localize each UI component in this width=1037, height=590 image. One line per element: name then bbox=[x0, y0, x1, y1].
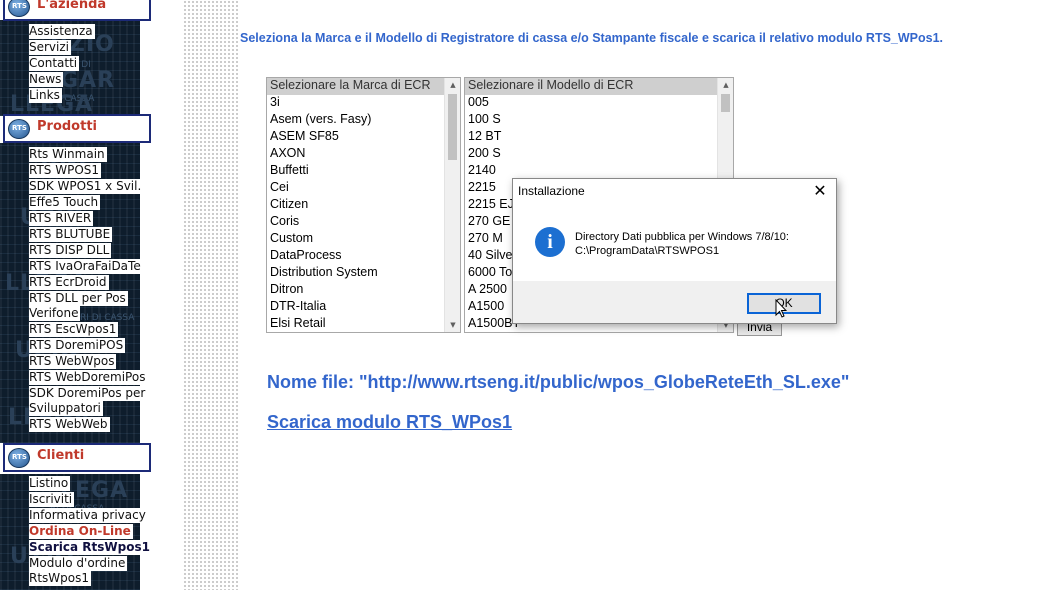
brand-option[interactable]: DTR-Italia bbox=[267, 299, 460, 316]
brand-option[interactable]: AXON bbox=[267, 146, 460, 163]
brand-listbox[interactable]: Selezionare la Marca di ECR 3i Asem (vers… bbox=[266, 77, 461, 333]
sidebar-item-sdk-doremipos[interactable]: SDK DoremiPos per bbox=[29, 386, 148, 401]
sidebar-item-rts-wpos1[interactable]: RTS WPOS1 bbox=[29, 163, 102, 178]
mouse-cursor-icon bbox=[775, 299, 787, 318]
dialog-title: Installazione bbox=[518, 184, 585, 198]
scroll-down-icon[interactable]: ▼ bbox=[445, 318, 460, 332]
rts-logo-icon: RTS bbox=[8, 119, 30, 139]
brand-options: Selezionare la Marca di ECR 3i Asem (vers… bbox=[267, 78, 460, 332]
page-heading: Seleziona la Marca e il Modello di Regis… bbox=[240, 31, 944, 45]
brand-option[interactable]: Asem (vers. Fasy) bbox=[267, 112, 460, 129]
sidebar-item-rts-blutube[interactable]: RTS BLUTUBE bbox=[29, 227, 113, 242]
close-icon[interactable]: ✕ bbox=[810, 181, 830, 201]
installation-dialog: Installazione ✕ i Directory Dati pubblic… bbox=[512, 178, 837, 324]
section-header-prodotti: RTS Prodotti bbox=[3, 114, 151, 143]
sidebar-item-rts-ecrdroid[interactable]: RTS EcrDroid bbox=[29, 275, 109, 290]
logo-text: RTS bbox=[12, 453, 27, 461]
section-header-clienti: RTS Clienti bbox=[3, 443, 151, 472]
scroll-up-icon[interactable]: ▲ bbox=[718, 78, 733, 92]
sidebar-item-rts-ivaorafaidate[interactable]: RTS IvaOraFaiDaTe bbox=[29, 259, 143, 274]
section-title: Prodotti bbox=[37, 119, 97, 134]
sidebar-item-rts-disp-dll[interactable]: RTS DISP DLL bbox=[29, 243, 112, 258]
brand-option[interactable]: Coris bbox=[267, 214, 460, 231]
brand-option[interactable]: Cei bbox=[267, 180, 460, 197]
brand-scrollbar[interactable]: ▲ ▼ bbox=[444, 78, 460, 332]
model-list-header[interactable]: Selezionare il Modello di ECR bbox=[465, 78, 733, 95]
rts-logo-icon: RTS bbox=[8, 0, 30, 17]
section-title: Clienti bbox=[37, 448, 85, 463]
info-icon: i bbox=[535, 227, 565, 257]
section-header-azienda: RTS L'azienda bbox=[3, 0, 151, 21]
sidebar-item-ordina-online[interactable]: Ordina On-Line bbox=[29, 524, 133, 539]
scroll-thumb[interactable] bbox=[448, 94, 457, 160]
dialog-message-line2: C:\ProgramData\RTSWPOS1 bbox=[575, 245, 720, 257]
filename-text: Nome file: "http://www.rtseng.it/public/… bbox=[267, 372, 850, 392]
sidebar-item-verifone[interactable]: Verifone bbox=[29, 306, 81, 321]
brand-list-header[interactable]: Selezionare la Marca di ECR bbox=[267, 78, 460, 95]
sidebar-item-informativa-privacy[interactable]: Informativa privacy bbox=[29, 508, 148, 523]
brand-option[interactable]: Buffetti bbox=[267, 163, 460, 180]
brand-option[interactable]: Citizen bbox=[267, 197, 460, 214]
dialog-footer: OK bbox=[513, 281, 836, 323]
brand-option[interactable]: Elsi Retail bbox=[267, 316, 460, 332]
sidebar-item-rts-doremipos[interactable]: RTS DoremiPOS bbox=[29, 338, 126, 353]
sidebar-item-rts-winmain[interactable]: Rts Winmain bbox=[29, 147, 107, 162]
logo-text: RTS bbox=[12, 124, 27, 132]
model-option[interactable]: 100 S bbox=[465, 112, 733, 129]
brand-option[interactable]: Ditron bbox=[267, 282, 460, 299]
section-title: L'azienda bbox=[37, 0, 107, 12]
sidebar-item-rts-escwpos1[interactable]: RTS EscWpos1 bbox=[29, 322, 119, 337]
sidebar-item-contatti[interactable]: Contatti bbox=[29, 56, 80, 71]
model-option[interactable]: 12 BT bbox=[465, 129, 733, 146]
brand-option[interactable]: Custom bbox=[267, 231, 460, 248]
rts-logo-icon: RTS bbox=[8, 448, 30, 468]
sidebar-item-assistenza[interactable]: Assistenza bbox=[29, 24, 95, 39]
brand-option[interactable]: ASEM SF85 bbox=[267, 129, 460, 146]
sidebar-item-listino[interactable]: Listino bbox=[29, 476, 71, 491]
model-option[interactable]: 200 S bbox=[465, 146, 733, 163]
decorative-word: GAR bbox=[60, 68, 116, 93]
sidebar-item-news[interactable]: News bbox=[29, 72, 64, 87]
sidebar-item-rtswpos1[interactable]: RtsWpos1 bbox=[29, 571, 92, 586]
sidebar-item-links[interactable]: Links bbox=[29, 88, 62, 103]
sidebar-item-scarica-rtswpos1[interactable]: Scarica RtsWpos1 bbox=[29, 540, 152, 555]
logo-text: RTS bbox=[12, 2, 27, 10]
sidebar-item-modulo-ordine[interactable]: Modulo d'ordine bbox=[29, 556, 128, 571]
sidebar-item-servizi[interactable]: Servizi bbox=[29, 40, 72, 55]
brand-option[interactable]: Distribution System bbox=[267, 265, 460, 282]
sidebar-item-rts-river[interactable]: RTS RIVER bbox=[29, 211, 94, 226]
sidebar-item-rts-webweb[interactable]: RTS WebWeb bbox=[29, 417, 110, 432]
dialog-message-line1: Directory Dati pubblica per Windows 7/8/… bbox=[575, 231, 789, 243]
sidebar-item-rts-dll-per-pos[interactable]: RTS DLL per Pos bbox=[29, 291, 128, 306]
sidebar-item-sdk-wpos1[interactable]: SDK WPOS1 x Svil. bbox=[29, 179, 144, 194]
download-link[interactable]: Scarica modulo RTS_WPos1 bbox=[267, 412, 512, 433]
dotted-separator bbox=[183, 0, 238, 590]
scroll-thumb[interactable] bbox=[721, 94, 730, 112]
sidebar-item-sviluppatori[interactable]: Sviluppatori bbox=[29, 401, 103, 416]
sidebar-item-rts-webwpos[interactable]: RTS WebWpos bbox=[29, 354, 117, 369]
sidebar-item-effe5-touch[interactable]: Effe5 Touch bbox=[29, 195, 101, 210]
model-option[interactable]: 005 bbox=[465, 95, 733, 112]
sidebar: UZIO TRATORI DI GAR RI DI CASSA LLEGA UN… bbox=[0, 0, 183, 590]
brand-option[interactable]: 3i bbox=[267, 95, 460, 112]
scroll-up-icon[interactable]: ▲ bbox=[445, 78, 460, 92]
brand-option[interactable]: DataProcess bbox=[267, 248, 460, 265]
sidebar-item-rts-webdoremipos[interactable]: RTS WebDoremiPos bbox=[29, 370, 148, 385]
sidebar-item-iscriviti[interactable]: Iscriviti bbox=[29, 492, 75, 507]
